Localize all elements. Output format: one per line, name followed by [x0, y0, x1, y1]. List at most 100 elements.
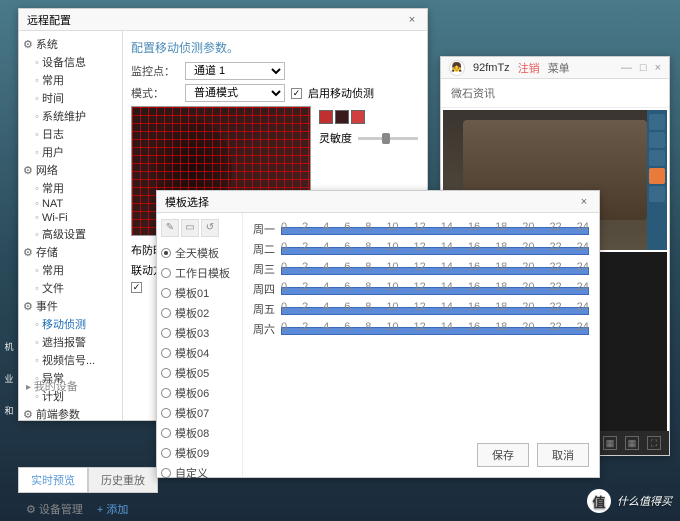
save-button[interactable]: 保存 [477, 443, 529, 467]
tool-draw-icon[interactable]: ✎ [161, 219, 179, 237]
close-icon[interactable]: × [655, 62, 661, 74]
cam-control-button[interactable] [649, 168, 665, 184]
template-label: 工作日模板 [175, 265, 230, 281]
radio-icon[interactable] [161, 468, 171, 478]
fullscreen-icon[interactable]: ⛶ [647, 436, 661, 450]
device-mgmt-button[interactable]: 设备管理 [26, 501, 83, 517]
radio-icon[interactable] [161, 308, 171, 318]
tree-item-motion[interactable]: 移动侦测 [35, 315, 120, 333]
template-option[interactable]: 模板02 [161, 303, 238, 323]
cam-control-button[interactable] [649, 150, 665, 166]
tab-history[interactable]: 历史重放 [88, 467, 158, 493]
template-option[interactable]: 模板06 [161, 383, 238, 403]
link-checkbox[interactable]: ✓ [131, 282, 142, 293]
tree-item[interactable]: 遮挡报警 [35, 333, 120, 351]
config-heading: 配置移动侦测参数。 [131, 39, 419, 56]
app-register-link[interactable]: 注销 [518, 60, 540, 76]
monitor-point-select[interactable]: 通道 1 [185, 62, 285, 80]
schedule-bar[interactable]: 024681012141618202224 [281, 321, 589, 337]
mode-select[interactable]: 普通模式 [185, 84, 285, 102]
config-titlebar[interactable]: 远程配置 × [19, 9, 427, 31]
app-titlebar[interactable]: 👧 92fmTz 注销 菜单 — □ × [441, 57, 669, 79]
radio-icon[interactable] [161, 428, 171, 438]
tool-erase-icon[interactable]: ▭ [181, 219, 199, 237]
tree-event[interactable]: 事件 [23, 297, 120, 315]
tree-item[interactable]: 时间 [35, 89, 120, 107]
template-label: 全天模板 [175, 245, 219, 261]
schedule-bar[interactable]: 024681012141618202224 [281, 241, 589, 257]
schedule-bar[interactable]: 024681012141618202224 [281, 301, 589, 317]
template-option[interactable]: 全天模板 [161, 243, 238, 263]
day-label: 周一 [253, 221, 275, 237]
tree-item[interactable]: NAT [35, 197, 120, 211]
tree-item[interactable]: 常用 [35, 261, 120, 279]
radio-icon[interactable] [161, 348, 171, 358]
cancel-button[interactable]: 取消 [537, 443, 589, 467]
cam-control-button[interactable] [649, 186, 665, 202]
template-title: 模板选择 [165, 194, 209, 210]
tree-item[interactable]: 常用 [35, 179, 120, 197]
template-option[interactable]: 模板05 [161, 363, 238, 383]
tree-storage[interactable]: 存储 [23, 243, 120, 261]
template-option[interactable]: 模板09 [161, 443, 238, 463]
template-label: 模板07 [175, 405, 209, 421]
template-option[interactable]: 模板01 [161, 283, 238, 303]
close-icon[interactable]: × [577, 195, 591, 209]
radio-icon[interactable] [161, 408, 171, 418]
tree-frontend[interactable]: 前端参数 [23, 405, 120, 420]
close-icon[interactable]: × [405, 13, 419, 27]
tree-network[interactable]: 网络 [23, 161, 120, 179]
template-label: 自定义 [175, 465, 208, 481]
desktop-icon[interactable]: 和 [2, 404, 16, 418]
maximize-icon[interactable]: □ [640, 62, 647, 74]
desktop-icon[interactable]: 机 [2, 340, 16, 354]
template-label: 模板06 [175, 385, 209, 401]
tree-item[interactable]: 系统维护 [35, 107, 120, 125]
sensitivity-slider[interactable] [358, 137, 418, 140]
schedule-bar[interactable]: 024681012141618202224 [281, 221, 589, 237]
tree-system[interactable]: 系统 [23, 35, 120, 53]
add-button[interactable]: + 添加 [97, 501, 128, 517]
tab-realtime[interactable]: 实时预览 [18, 467, 88, 493]
radio-icon[interactable] [161, 248, 171, 258]
template-titlebar[interactable]: 模板选择 × [157, 191, 599, 213]
template-option[interactable]: 模板03 [161, 323, 238, 343]
template-option[interactable]: 模板04 [161, 343, 238, 363]
template-option[interactable]: 自定义 [161, 463, 238, 483]
schedule-bar[interactable]: 024681012141618202224 [281, 261, 589, 277]
app-tab[interactable]: 微石资讯 [441, 79, 669, 108]
color-box-dark[interactable] [335, 110, 349, 124]
minimize-icon[interactable]: — [621, 62, 632, 74]
schedule-bar[interactable]: 024681012141618202224 [281, 281, 589, 297]
template-option[interactable]: 模板07 [161, 403, 238, 423]
radio-icon[interactable] [161, 368, 171, 378]
tool-clear-icon[interactable]: ↺ [201, 219, 219, 237]
radio-icon[interactable] [161, 268, 171, 278]
color-box-red2[interactable] [351, 110, 365, 124]
cam-control-button[interactable] [649, 132, 665, 148]
layout-2-icon[interactable]: ▦ [603, 436, 617, 450]
radio-icon[interactable] [161, 288, 171, 298]
my-devices-row[interactable]: ▸ 我的设备 [26, 378, 78, 394]
color-box-red[interactable] [319, 110, 333, 124]
radio-icon[interactable] [161, 328, 171, 338]
desktop-icon[interactable]: 业 [2, 372, 16, 386]
radio-icon[interactable] [161, 448, 171, 458]
tree-item[interactable]: 用户 [35, 143, 120, 161]
tree-item[interactable]: 高级设置 [35, 225, 120, 243]
tree-item[interactable]: Wi-Fi [35, 211, 120, 225]
radio-icon[interactable] [161, 388, 171, 398]
template-option[interactable]: 工作日模板 [161, 263, 238, 283]
tree-item[interactable]: 常用 [35, 71, 120, 89]
template-option[interactable]: 模板08 [161, 423, 238, 443]
tree-item[interactable]: 视频信号... [35, 351, 120, 369]
layout-3-icon[interactable]: ▦ [625, 436, 639, 450]
tree-item[interactable]: 设备信息 [35, 53, 120, 71]
tree-item[interactable]: 文件 [35, 279, 120, 297]
config-tree[interactable]: 系统 设备信息 常用 时间 系统维护 日志 用户 网络 常用 NAT Wi-Fi… [19, 31, 123, 420]
tree-item[interactable]: 日志 [35, 125, 120, 143]
schedule-row: 周三024681012141618202224 [253, 261, 589, 277]
cam-control-button[interactable] [649, 114, 665, 130]
enable-motion-checkbox[interactable]: ✓ [291, 88, 302, 99]
app-menu-button[interactable]: 菜单 [548, 60, 570, 76]
